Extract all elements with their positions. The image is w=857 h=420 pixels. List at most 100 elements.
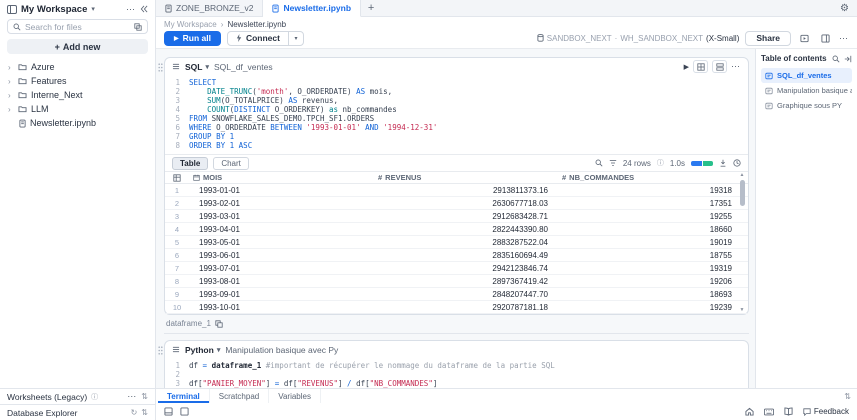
column-header-mois[interactable]: MOIS <box>189 173 374 182</box>
filter-icon[interactable] <box>609 159 617 167</box>
search-input[interactable] <box>25 22 130 32</box>
toc-item-sql-df-ventes[interactable]: SQL_df_ventes <box>761 68 852 83</box>
table-row[interactable]: 71993-07-012942123846.7419319 <box>165 262 748 275</box>
expand-panel-icon[interactable]: ⇅ <box>141 392 148 401</box>
column-header-revenus[interactable]: # REVENUS <box>374 173 558 182</box>
table-row[interactable]: 11993-01-012913811373.1619318 <box>165 184 748 197</box>
settings-gear-icon[interactable]: ⚙ <box>840 3 849 14</box>
breadcrumb-root[interactable]: My Workspace <box>164 20 217 29</box>
code-line[interactable]: 3df["PANIER_MOYEN"] = df["REVENUS"] / df… <box>165 379 748 388</box>
cell-more-menu[interactable]: ⋯ <box>731 61 741 72</box>
tab-zone-bronze[interactable]: ZONE_BRONZE_v2 <box>156 0 263 16</box>
sql-cell-title[interactable]: SQL_df_ventes <box>214 62 273 72</box>
feedback-button[interactable]: Feedback <box>803 407 849 416</box>
presentation-mode-icon[interactable] <box>797 31 812 46</box>
code-line[interactable]: 1df = dataframe_1 #important de récupére… <box>165 361 748 370</box>
expand-results-icon[interactable] <box>693 60 708 73</box>
tab-scratchpad[interactable]: Scratchpad <box>210 389 269 403</box>
toc-item-graphique-sous-py[interactable]: Graphique sous PY <box>761 98 852 113</box>
workspace-selector[interactable]: My Workspace ▾ ⋯ <box>0 0 155 18</box>
copy-icon[interactable] <box>215 320 223 328</box>
collapse-sidebar-icon[interactable] <box>140 5 148 13</box>
table-row[interactable]: 91993-09-012848207447.7018693 <box>165 288 748 301</box>
layout-toggle-icon[interactable] <box>818 31 833 46</box>
tab-terminal[interactable]: Terminal <box>158 389 210 403</box>
table-row[interactable]: 41993-04-012822443390.8018660 <box>165 223 748 236</box>
output-toggle-icon[interactable] <box>712 60 727 73</box>
chevron-right-icon: › <box>8 77 14 86</box>
table-row[interactable]: 61993-06-012835160694.4918755 <box>165 249 748 262</box>
sidebar-more-menu[interactable]: ⋯ <box>126 4 136 15</box>
expand-panel-icon[interactable]: ⇅ <box>844 392 851 401</box>
download-icon[interactable] <box>719 159 727 167</box>
keyboard-icon[interactable] <box>764 408 774 416</box>
worksheets-more-menu[interactable]: ⋯ <box>127 391 137 402</box>
scrollbar-thumb[interactable] <box>740 180 745 206</box>
cell-drag-handle[interactable] <box>158 63 163 72</box>
home-icon[interactable] <box>745 407 754 416</box>
expand-panel-icon[interactable]: ⇅ <box>141 408 148 417</box>
toc-search-icon[interactable] <box>832 55 840 63</box>
search-results-icon[interactable] <box>595 159 603 167</box>
code-line[interactable]: 8ORDER BY 1 ASC <box>165 141 748 150</box>
tree-file-newsletter[interactable]: Newsletter.ipynb <box>0 116 155 130</box>
table-cell: 2912683428.71 <box>374 212 558 221</box>
toc-item-manipulation-basique[interactable]: Manipulation basique av... <box>761 83 852 98</box>
scroll-down-icon[interactable]: ▼ <box>740 307 745 313</box>
tree-folder-azure[interactable]: › Azure <box>0 60 155 74</box>
duration-meter[interactable] <box>691 161 713 166</box>
column-header-nb-commandes[interactable]: # NB_COMMANDES <box>558 173 748 182</box>
worksheets-legacy-panel[interactable]: Worksheets (Legacy) ⓘ ⋯ ⇅ <box>0 388 155 404</box>
table-scrollbar[interactable]: ▲ ▼ <box>738 172 746 313</box>
share-button[interactable]: Share <box>745 31 791 46</box>
refresh-icon[interactable]: ↻ <box>131 408 138 417</box>
info-icon[interactable]: ⓘ <box>657 158 664 168</box>
panel-bottom-icon[interactable] <box>164 407 173 416</box>
code-line[interactable]: 6WHERE O_ORDERDATE BETWEEN '1993-01-01' … <box>165 123 748 132</box>
code-line[interactable]: 1SELECT <box>165 78 748 87</box>
code-line[interactable]: 4 COUNT(DISTINCT O_ORDERKEY) as nb_comma… <box>165 105 748 114</box>
tab-variables[interactable]: Variables <box>269 389 321 403</box>
run-all-button[interactable]: ▶ Run all <box>164 31 221 46</box>
python-language-selector[interactable]: Python ▾ <box>185 345 220 355</box>
database-explorer-panel[interactable]: Database Explorer ↻ ⇅ <box>0 404 155 420</box>
connect-button[interactable]: Connect <box>228 32 288 45</box>
collapse-toc-icon[interactable] <box>844 55 852 63</box>
row-number-header[interactable] <box>165 174 189 182</box>
new-tab-button[interactable]: + <box>361 0 381 16</box>
history-clock-icon[interactable] <box>733 159 741 167</box>
code-line[interactable]: 7GROUP BY 1 <box>165 132 748 141</box>
cell-drag-handle[interactable] <box>158 346 163 355</box>
results-chart-tab[interactable]: Chart <box>213 157 249 170</box>
panel-right-icon[interactable] <box>180 407 189 416</box>
python-code-editor[interactable]: 1df = dataframe_1 #important de récupére… <box>165 358 748 388</box>
table-row[interactable]: 81993-08-012897367419.4219206 <box>165 275 748 288</box>
run-cell-icon[interactable]: ▶ <box>684 63 689 71</box>
table-row[interactable]: 31993-03-012912683428.7119255 <box>165 210 748 223</box>
tab-newsletter[interactable]: Newsletter.ipynb <box>263 0 361 17</box>
tree-folder-llm[interactable]: › LLM <box>0 102 155 116</box>
table-row[interactable]: 51993-05-012883287522.0419019 <box>165 236 748 249</box>
results-table-tab[interactable]: Table <box>172 157 208 170</box>
code-line[interactable]: 2 DATE_TRUNC('month', O_ORDERDATE) AS mo… <box>165 87 748 96</box>
line-number: 6 <box>165 123 189 132</box>
cell-divider[interactable] <box>164 333 749 334</box>
tree-folder-interne-next[interactable]: › Interne_Next <box>0 88 155 102</box>
table-row[interactable]: 101993-10-012920787181.1819239 <box>165 301 748 314</box>
sql-code-editor[interactable]: 1SELECT2 DATE_TRUNC('month', O_ORDERDATE… <box>165 75 748 154</box>
sql-language-selector[interactable]: SQL ▾ <box>185 62 209 72</box>
add-new-button[interactable]: + Add new <box>7 39 148 54</box>
code-line[interactable]: 3 SUM(O_TOTALPRICE) AS revenus, <box>165 96 748 105</box>
code-line[interactable]: 5FROM SNOWFLAKE_SALES_DEMO.TPCH_SF1.ORDE… <box>165 114 748 123</box>
context-selector[interactable]: SANDBOX_NEXT · WH_SANDBOX_NEXT (X-Small) <box>537 34 740 43</box>
line-number: 2 <box>165 370 189 379</box>
scroll-up-icon[interactable]: ▲ <box>740 172 745 178</box>
connect-dropdown-arrow[interactable]: ▾ <box>288 32 303 45</box>
sort-files-icon[interactable] <box>134 23 142 31</box>
notebook-more-menu[interactable]: ⋯ <box>839 33 849 44</box>
docs-book-icon[interactable] <box>784 407 793 416</box>
python-cell-title[interactable]: Manipulation basique avec Py <box>225 345 338 355</box>
table-row[interactable]: 21993-02-012630677718.0317351 <box>165 197 748 210</box>
code-line[interactable]: 2 <box>165 370 748 379</box>
tree-folder-features[interactable]: › Features <box>0 74 155 88</box>
